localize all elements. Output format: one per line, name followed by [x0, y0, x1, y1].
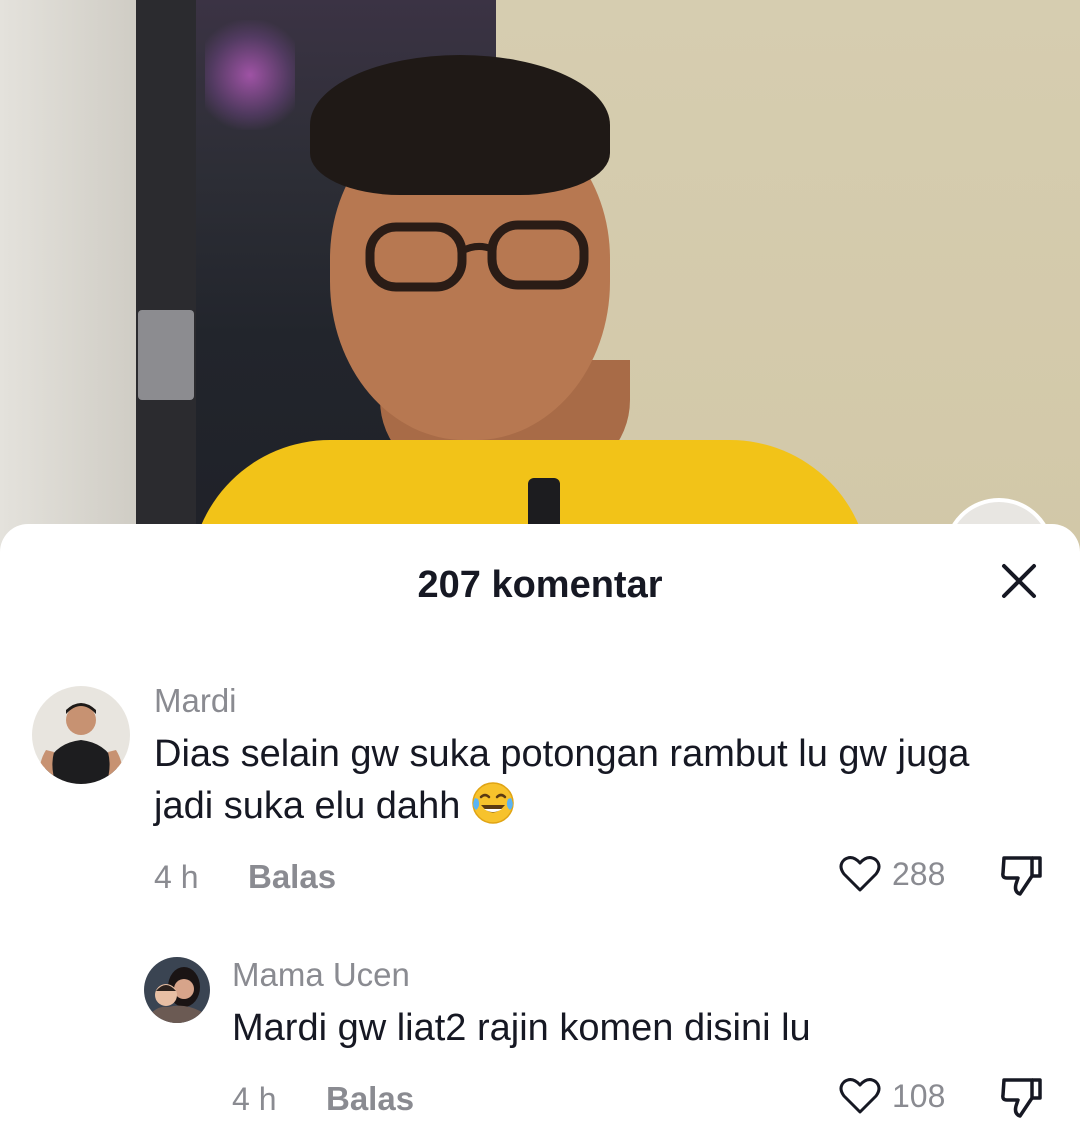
avatar-image	[32, 686, 130, 784]
heart-icon	[839, 856, 881, 892]
reply-button[interactable]: Balas	[326, 1080, 414, 1118]
like-button[interactable]: 288	[838, 852, 945, 896]
dislike-icon[interactable]	[998, 1074, 1044, 1120]
dislike-icon[interactable]	[998, 852, 1044, 898]
video-person-hair	[310, 55, 610, 195]
video-person-glasses	[365, 220, 589, 292]
avatar[interactable]	[32, 686, 130, 784]
avatar[interactable]	[144, 957, 210, 1023]
face-with-tears-of-joy-icon	[472, 782, 515, 824]
heart-icon	[839, 1078, 881, 1114]
comment-text-body: Dias selain gw suka potongan rambut lu g…	[154, 733, 970, 827]
close-icon[interactable]	[996, 558, 1042, 604]
video-door-handle	[138, 310, 194, 400]
like-button[interactable]: 108	[838, 1074, 945, 1118]
comment-time: 4 h	[232, 1081, 277, 1117]
reply-button[interactable]: Balas	[248, 858, 336, 896]
video-wall-left	[0, 0, 140, 560]
video-light	[205, 20, 295, 130]
comments-sheet: 207 komentar Mardi Dias selain gw suka p…	[0, 524, 1080, 1138]
video-doorframe	[136, 0, 196, 560]
comment-text: Dias selain gw suka potongan rambut lu g…	[154, 728, 994, 832]
comment-author[interactable]: Mardi	[154, 682, 237, 720]
video-player[interactable]	[0, 0, 1080, 560]
comment-author[interactable]: Mama Ucen	[232, 956, 410, 994]
comments-title: 207 komentar	[417, 564, 663, 606]
comment-text: Mardi gw liat2 rajin komen disini lu	[232, 1007, 811, 1049]
like-count: 288	[892, 855, 946, 892]
avatar-image	[144, 957, 210, 1023]
like-count: 108	[892, 1077, 946, 1114]
comment-time: 4 h	[154, 859, 199, 895]
